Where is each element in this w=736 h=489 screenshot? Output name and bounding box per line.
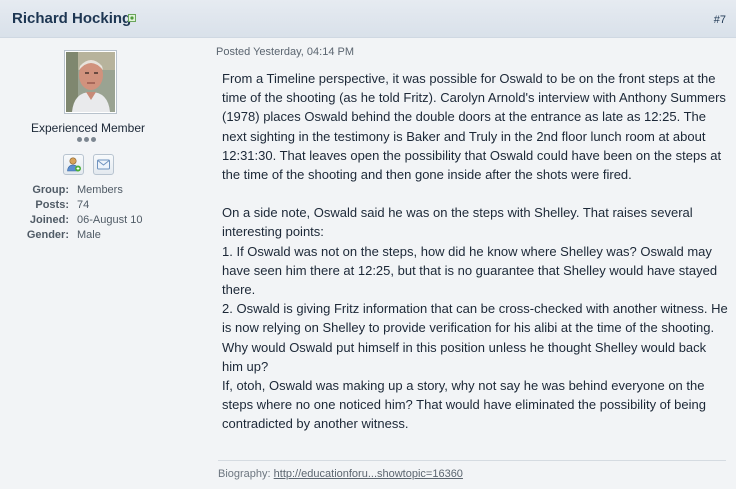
body-line: If, otoh, Oswald was making up a story, … xyxy=(222,378,705,394)
info-row-joined: Joined: 06-August 10 xyxy=(0,213,143,228)
body-line: 2. Oswald is giving Fritz information th… xyxy=(222,301,728,317)
author-details: Group: Members Posts: 74 Joined: 06-Augu… xyxy=(0,183,143,243)
body-line: 1. If Oswald was not on the steps, how d… xyxy=(222,243,712,259)
post-body: From a Timeline perspective, it was poss… xyxy=(222,69,732,434)
view-profile-button[interactable] xyxy=(63,154,84,175)
body-line: is now relying on Shelley to provide ver… xyxy=(222,320,715,336)
body-line: next sighting in the testimony is Baker … xyxy=(222,128,706,144)
avatar-photo xyxy=(66,52,115,112)
body-line: him up? xyxy=(222,358,269,374)
body-line: From a Timeline perspective, it was poss… xyxy=(222,71,716,86)
info-label: Posts: xyxy=(35,199,69,211)
body-line: time of the shooting (as he told Fritz).… xyxy=(222,90,726,106)
forum-post: Richard Hocking #7 Experienced Member Gr… xyxy=(0,0,736,489)
post-header: Richard Hocking #7 xyxy=(0,0,736,38)
biography-link[interactable]: http://educationforu...showtopic=16360 xyxy=(274,468,463,480)
body-line: 12:31:30. That leaves open the possibili… xyxy=(222,147,722,163)
info-row-group: Group: Members xyxy=(0,183,142,198)
post-date: Posted Yesterday, 04:14 PM xyxy=(216,46,354,58)
message-icon xyxy=(97,159,110,170)
info-label: Group: xyxy=(32,184,69,196)
body-line: interesting points: xyxy=(222,224,324,240)
body-line: (1978) places Oswald behind the double d… xyxy=(222,109,706,125)
info-row-gender: Gender: Male xyxy=(0,228,142,243)
signature-label: Biography: xyxy=(218,468,271,480)
body-line: On a side note, Oswald said he was on th… xyxy=(222,205,693,221)
profile-icon xyxy=(67,157,81,172)
body-line: steps where no one noticed him? That wou… xyxy=(222,397,706,413)
rank-pip xyxy=(77,137,82,142)
body-line: the time of the shooting and then gone i… xyxy=(222,167,632,183)
info-value: 06-August 10 xyxy=(77,214,143,226)
post-number-link[interactable]: #7 xyxy=(714,14,726,26)
rank-pip xyxy=(91,137,96,142)
rank-pips xyxy=(77,137,96,142)
signature: Biography: http://educationforu...showto… xyxy=(218,460,726,480)
info-row-posts: Posts: 74 xyxy=(0,198,142,213)
body-line: Why would Oswald put himself in this pos… xyxy=(222,339,707,355)
info-value: Members xyxy=(77,184,123,196)
author-info-pane: Experienced Member Group: Members Posts:… xyxy=(0,38,200,489)
info-value: 74 xyxy=(77,199,90,211)
send-message-button[interactable] xyxy=(93,154,114,175)
author-name-link[interactable]: Richard Hocking xyxy=(12,10,131,27)
info-value: Male xyxy=(77,229,101,241)
rank-pip xyxy=(84,137,89,142)
online-indicator-icon xyxy=(128,14,136,22)
avatar[interactable] xyxy=(64,50,117,114)
info-label: Joined: xyxy=(29,214,69,226)
body-line: contradicted by another witness. xyxy=(222,416,409,432)
member-rank: Experienced Member xyxy=(30,121,146,135)
info-label: Gender: xyxy=(26,229,69,241)
body-line: there. xyxy=(222,282,256,298)
body-line: have seen him there at 12:25, but that i… xyxy=(222,262,718,278)
